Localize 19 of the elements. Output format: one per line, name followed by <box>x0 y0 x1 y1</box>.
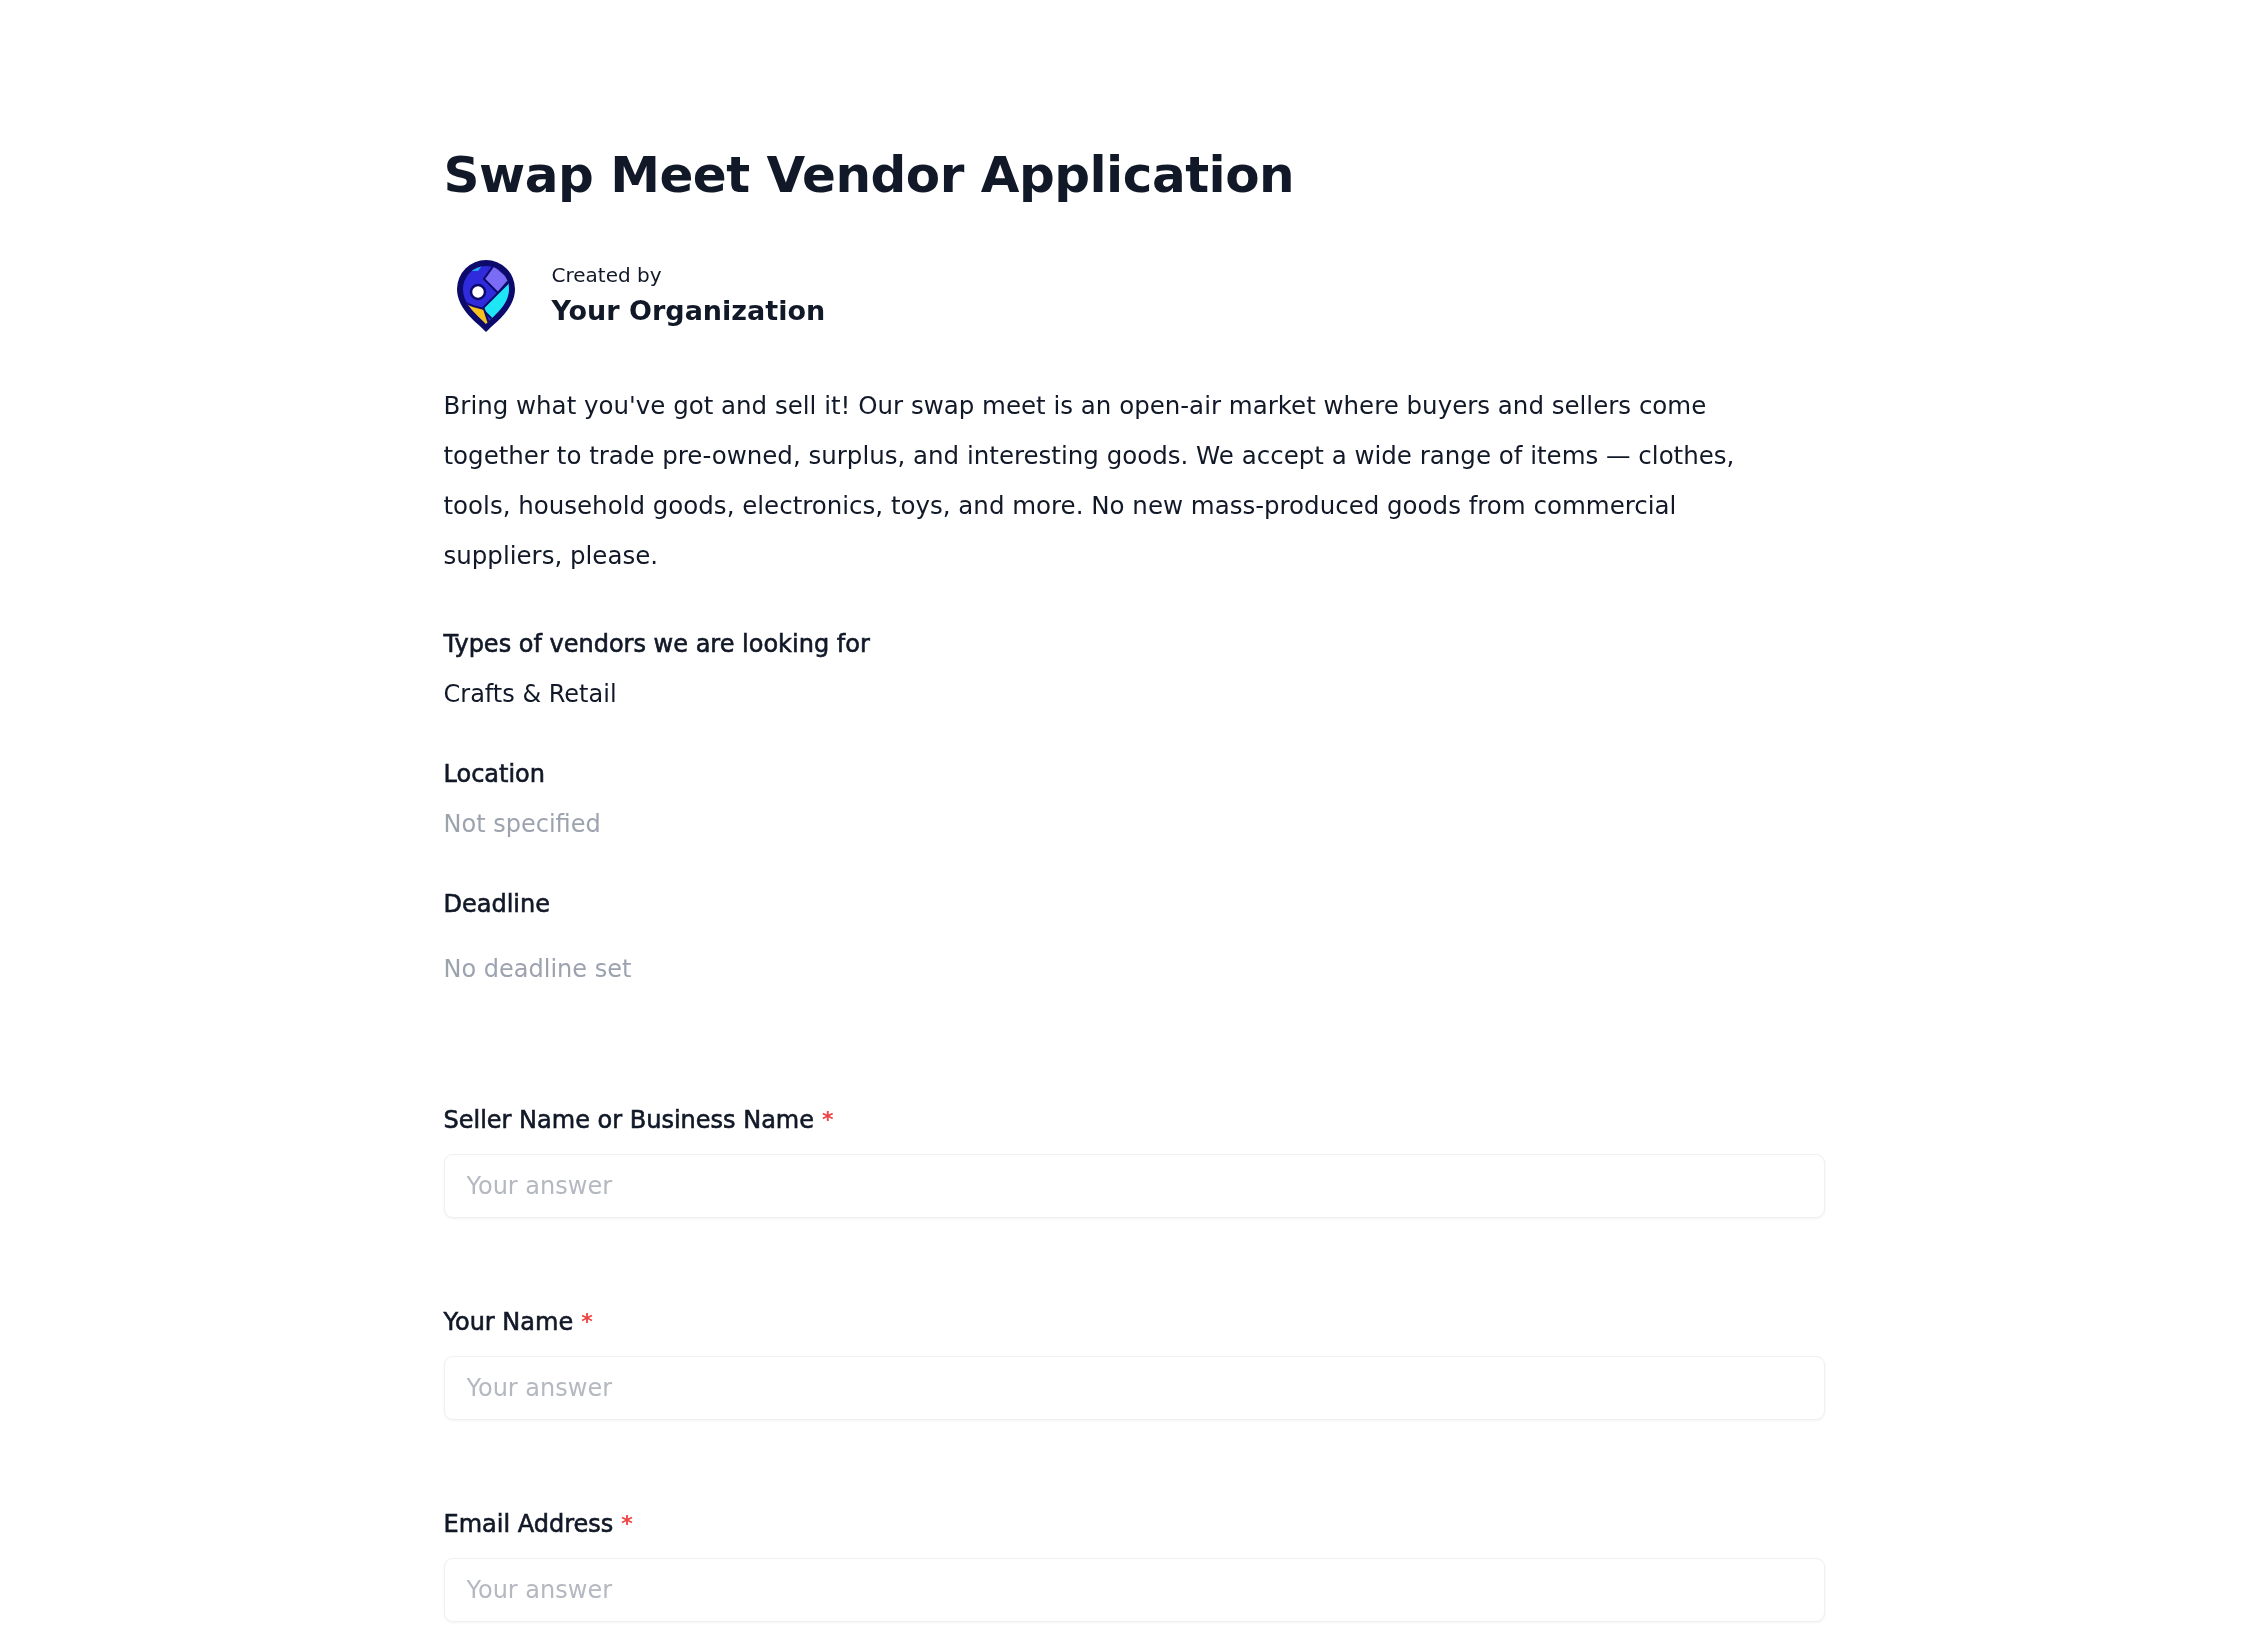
answer-field[interactable]: Your answer <box>443 1154 1825 1218</box>
answer-field[interactable]: Your answer <box>443 1356 1825 1420</box>
detail-value: No deadline set <box>443 954 632 985</box>
detail-value: Crafts & Retail <box>443 679 617 710</box>
detail-label: Deadline <box>443 889 550 920</box>
organization-name: Your Organization <box>551 294 826 328</box>
form-title: Swap Meet Vendor Application <box>443 145 1295 206</box>
created-by-caption: Created by <box>551 262 662 288</box>
question-label: Email Address <box>443 1509 614 1540</box>
detail-label: Types of vendors we are looking for <box>443 629 870 660</box>
required-mark: * <box>621 1510 633 1538</box>
detail-label: Location <box>443 759 545 790</box>
answer-field[interactable]: Your answer <box>443 1558 1825 1622</box>
question-label: Seller Name or Business Name <box>443 1105 814 1136</box>
required-mark: * <box>822 1106 834 1134</box>
detail-value: Not specified <box>443 809 601 840</box>
required-mark: * <box>581 1308 593 1336</box>
question-label: Your Name <box>443 1307 574 1338</box>
form-description: Bring what you've got and sell it! Our swap meet is an open-air market where buyers and sellers come together to trade pre-owned, surplus, and interesting goods. We accept a wide range of items — clothes, tools, household goods, electronics, toys, and more. No new mass-produced goods from commercial suppliers, please. <box>443 390 1736 572</box>
